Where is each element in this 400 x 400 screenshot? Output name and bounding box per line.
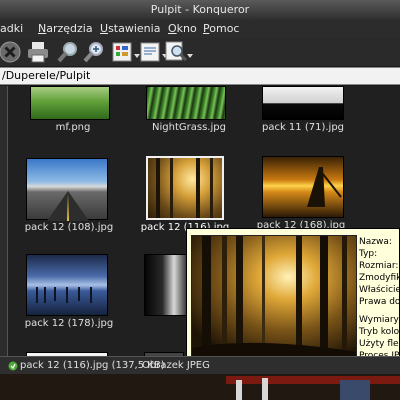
tooltip-preview-image [191,235,357,363]
status-link-icon [8,361,18,371]
sidebar-edge[interactable] [0,86,8,356]
file-item[interactable]: NightGrass.jpg [134,86,244,133]
file-thumbnail [262,86,344,120]
status-bar: pack 12 (116).jpg (137,5 KB) Obrazek JPE… [0,356,400,374]
file-item[interactable]: pack 12 (178).jpg [14,254,124,330]
print-icon[interactable] [26,40,50,64]
tooltip-label-size: Rozmiar: [359,261,399,271]
zoom-in-icon[interactable] [82,40,106,64]
file-thumbnail [146,86,226,120]
tooltip-label-owner: Właściciel: [359,285,399,295]
preview-icon[interactable] [138,40,162,64]
menu-bar: adki Narzędzia Ustawienia Okno Pomoc [0,20,400,38]
tooltip-label-type: Typ: [359,249,378,259]
tooltip-label-color-mode: Tryb koloró [359,327,400,337]
file-name: pack 12 (108).jpg [24,222,114,233]
file-thumbnail [26,254,108,316]
window-title: Pulpit - Konqueror [150,3,250,16]
file-name: NightGrass.jpg [152,122,226,133]
tooltip-label-name: Nazwa: [359,237,392,247]
find-dropdown-icon[interactable] [187,53,193,59]
menu-go[interactable]: adki [0,20,23,38]
file-item[interactable]: pack 11 (71).jpg [248,86,358,133]
file-item[interactable]: pack 12 (108).jpg [14,158,124,234]
menu-window[interactable]: Okno [168,20,197,38]
tooltip-label-dimensions: Wymiary: [359,315,400,325]
menu-tools[interactable]: Narzędzia [38,20,93,38]
title-bar[interactable]: Pulpit - Konqueror [0,0,400,20]
file-thumbnail [146,156,224,220]
menu-settings[interactable]: Ustawienia [100,20,160,38]
konqueror-window: Pulpit - Konqueror adki Narzędzia Ustawi… [0,0,400,400]
stop-icon[interactable] [0,40,22,64]
file-name: mf.png [55,122,91,133]
file-name: pack 11 (71).jpg [261,122,345,133]
status-file-type: Obrazek JPEG [142,360,210,371]
file-tooltip: Nazwa: Typ: Rozmiar: Zmodyfikow Właścici… [186,228,400,368]
location-path: /Duperele/Pulpit [2,69,91,82]
file-item[interactable]: mf.png [18,86,128,133]
tooltip-label-flash: Użyty flesz: [359,339,399,349]
location-bar[interactable]: /Duperele/Pulpit [0,67,400,85]
file-thumbnail [262,156,344,218]
menu-help[interactable]: Pomoc [203,20,239,38]
find-icon[interactable] [164,40,188,64]
file-item[interactable]: pack 12 (116).jpg [130,156,240,234]
file-thumbnail [26,158,108,221]
desktop-background [0,374,400,400]
toolbar [0,38,400,66]
file-item[interactable]: pack 12 (168).jpg [246,156,356,234]
file-thumbnail [30,86,110,120]
tooltip-label-modified: Zmodyfikow [359,273,399,283]
tooltip-label-permissions: Prawa dost [359,297,400,307]
file-name: pack 12 (178).jpg [24,318,114,329]
zoom-out-icon[interactable] [56,40,80,64]
view-mode-icon[interactable] [110,40,134,64]
